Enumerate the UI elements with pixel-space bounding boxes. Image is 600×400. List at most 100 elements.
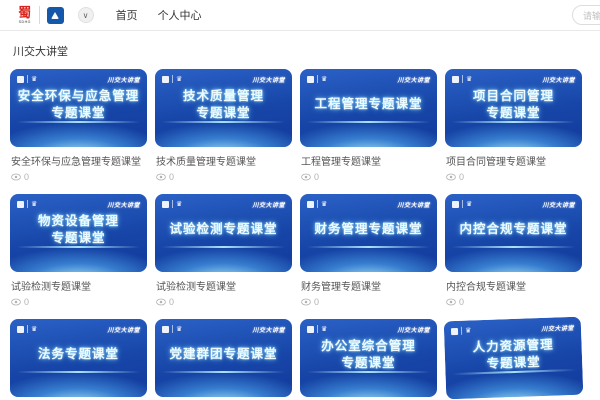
course-card[interactable]: ♛ 川交大讲堂 财务管理专题课堂 财务管理专题课堂 0 xyxy=(300,194,437,307)
banner-title-line: 党建群团专题课堂 xyxy=(159,346,288,363)
course-banner[interactable]: ♛ 川交大讲堂 试验检测专题课堂 xyxy=(155,194,292,272)
banner-title: 项目合同管理专题课堂 xyxy=(449,82,578,127)
top-header: 蜀 SDHG ∨ 首页 个人中心 请输入 xyxy=(0,0,600,31)
views-row: 0 xyxy=(11,297,146,307)
course-card[interactable]: ♛ 川交大讲堂 安全环保与应急管理专题课堂 安全环保与应急管理专题课堂 0 xyxy=(10,69,147,182)
course-caption[interactable]: 技术质量管理专题课堂 xyxy=(156,153,291,168)
view-count: 0 xyxy=(169,297,174,307)
course-caption[interactable]: 试验检测专题课堂 xyxy=(11,278,146,293)
view-count: 0 xyxy=(459,297,464,307)
banner-title-line: 专题课堂 xyxy=(449,352,579,373)
nav-item-home[interactable]: 首页 xyxy=(116,7,138,23)
course-card[interactable]: ♛ 川交大讲堂 物资设备管理专题课堂 试验检测专题课堂 0 xyxy=(10,194,147,307)
eye-icon xyxy=(446,173,456,181)
course-card[interactable]: ♛ 川交大讲堂 试验检测专题课堂 试验检测专题课堂 0 xyxy=(155,194,292,307)
emblem-flame-icon xyxy=(51,12,59,19)
card-meta: 财务管理专题课堂 0 xyxy=(300,272,437,307)
course-banner[interactable]: ♛ 川交大讲堂 项目合同管理专题课堂 xyxy=(445,69,582,147)
course-caption[interactable]: 内控合规专题课堂 xyxy=(446,278,581,293)
banner-title: 法务专题课堂 xyxy=(14,332,143,377)
course-grid: ♛ 川交大讲堂 安全环保与应急管理专题课堂 安全环保与应急管理专题课堂 0 xyxy=(0,69,600,400)
course-card[interactable]: ♛ 川交大讲堂 人力资源管理专题课堂 xyxy=(444,317,584,400)
banner-title: 人力资源管理专题课堂 xyxy=(448,330,578,379)
course-banner[interactable]: ♛ 川交大讲堂 财务管理专题课堂 xyxy=(300,194,437,272)
banner-title: 内控合规专题课堂 xyxy=(449,207,578,252)
card-meta: 内控合规专题课堂 0 xyxy=(445,272,582,307)
banner-title: 技术质量管理专题课堂 xyxy=(159,82,288,127)
banner-title-line: 专题课堂 xyxy=(304,355,433,372)
banner-title: 物资设备管理专题课堂 xyxy=(14,207,143,252)
sdhg-logo-glyph: 蜀 xyxy=(18,6,31,19)
banner-title-line: 专题课堂 xyxy=(14,230,143,247)
views-row: 0 xyxy=(301,297,436,307)
banner-title-line: 专题课堂 xyxy=(159,105,288,122)
course-banner[interactable]: ♛ 川交大讲堂 工程管理专题课堂 xyxy=(300,69,437,147)
banner-title-line: 试验检测专题课堂 xyxy=(159,221,288,238)
course-banner[interactable]: ♛ 川交大讲堂 内控合规专题课堂 xyxy=(445,194,582,272)
card-meta: 技术质量管理专题课堂 0 xyxy=(155,147,292,182)
banner-title-line: 物资设备管理 xyxy=(14,213,143,230)
eye-icon xyxy=(156,173,166,181)
course-banner[interactable]: ♛ 川交大讲堂 技术质量管理专题课堂 xyxy=(155,69,292,147)
course-card[interactable]: ♛ 川交大讲堂 办公室综合管理专题课堂 xyxy=(300,319,437,397)
card-meta: 试验检测专题课堂 0 xyxy=(155,272,292,307)
course-banner[interactable]: ♛ 川交大讲堂 人力资源管理专题课堂 xyxy=(444,317,584,400)
card-meta: 工程管理专题课堂 0 xyxy=(300,147,437,182)
course-caption[interactable]: 安全环保与应急管理专题课堂 xyxy=(11,153,146,168)
banner-title-line: 财务管理专题课堂 xyxy=(304,221,433,238)
eye-icon xyxy=(156,298,166,306)
views-row: 0 xyxy=(11,172,146,182)
course-banner[interactable]: ♛ 川交大讲堂 办公室综合管理专题课堂 xyxy=(300,319,437,397)
card-meta: 试验检测专题课堂 0 xyxy=(10,272,147,307)
course-card[interactable]: ♛ 川交大讲堂 项目合同管理专题课堂 项目合同管理专题课堂 0 xyxy=(445,69,582,182)
banner-title-line: 安全环保与应急管理 xyxy=(14,88,143,105)
course-caption[interactable]: 项目合同管理专题课堂 xyxy=(446,153,581,168)
logo-divider xyxy=(39,6,40,24)
eye-icon xyxy=(301,173,311,181)
banner-title-line: 工程管理专题课堂 xyxy=(304,96,433,113)
nav-item-personal-center[interactable]: 个人中心 xyxy=(158,7,202,23)
sdhg-logo-sub: SDHG xyxy=(19,19,31,24)
views-row: 0 xyxy=(446,297,581,307)
eye-icon xyxy=(11,173,21,181)
views-row: 0 xyxy=(446,172,581,182)
views-row: 0 xyxy=(301,172,436,182)
banner-title: 财务管理专题课堂 xyxy=(304,207,433,252)
course-card[interactable]: ♛ 川交大讲堂 工程管理专题课堂 工程管理专题课堂 0 xyxy=(300,69,437,182)
sdhg-logo[interactable]: 蜀 SDHG xyxy=(18,6,32,24)
course-banner[interactable]: ♛ 川交大讲堂 法务专题课堂 xyxy=(10,319,147,397)
view-count: 0 xyxy=(24,297,29,307)
course-caption[interactable]: 财务管理专题课堂 xyxy=(301,278,436,293)
eye-icon xyxy=(11,298,21,306)
eye-icon xyxy=(446,298,456,306)
banner-title: 党建群团专题课堂 xyxy=(159,332,288,377)
main-nav: 首页 个人中心 xyxy=(116,7,202,23)
banner-title-line: 专题课堂 xyxy=(14,105,143,122)
view-count: 0 xyxy=(314,297,319,307)
search-input[interactable]: 请输入 xyxy=(572,5,600,25)
course-card[interactable]: ♛ 川交大讲堂 法务专题课堂 xyxy=(10,319,147,397)
banner-title: 办公室综合管理专题课堂 xyxy=(304,332,433,377)
banner-title-line: 办公室综合管理 xyxy=(304,338,433,355)
course-banner[interactable]: ♛ 川交大讲堂 物资设备管理专题课堂 xyxy=(10,194,147,272)
views-row: 0 xyxy=(156,172,291,182)
course-caption[interactable]: 工程管理专题课堂 xyxy=(301,153,436,168)
views-row: 0 xyxy=(156,297,291,307)
emblem-logo[interactable] xyxy=(47,7,64,24)
view-count: 0 xyxy=(314,172,319,182)
banner-title: 试验检测专题课堂 xyxy=(159,207,288,252)
course-caption[interactable]: 试验检测专题课堂 xyxy=(156,278,291,293)
chevron-down-icon[interactable]: ∨ xyxy=(78,7,94,23)
course-card[interactable]: ♛ 川交大讲堂 技术质量管理专题课堂 技术质量管理专题课堂 0 xyxy=(155,69,292,182)
page-title: 川交大讲堂 xyxy=(0,31,600,69)
course-banner[interactable]: ♛ 川交大讲堂 党建群团专题课堂 xyxy=(155,319,292,397)
card-meta: 安全环保与应急管理专题课堂 0 xyxy=(10,147,147,182)
course-card[interactable]: ♛ 川交大讲堂 内控合规专题课堂 内控合规专题课堂 0 xyxy=(445,194,582,307)
view-count: 0 xyxy=(24,172,29,182)
course-card[interactable]: ♛ 川交大讲堂 党建群团专题课堂 xyxy=(155,319,292,397)
banner-title-line: 法务专题课堂 xyxy=(14,346,143,363)
course-banner[interactable]: ♛ 川交大讲堂 安全环保与应急管理专题课堂 xyxy=(10,69,147,147)
banner-title-line: 内控合规专题课堂 xyxy=(449,221,578,238)
eye-icon xyxy=(301,298,311,306)
banner-title-line: 专题课堂 xyxy=(449,105,578,122)
